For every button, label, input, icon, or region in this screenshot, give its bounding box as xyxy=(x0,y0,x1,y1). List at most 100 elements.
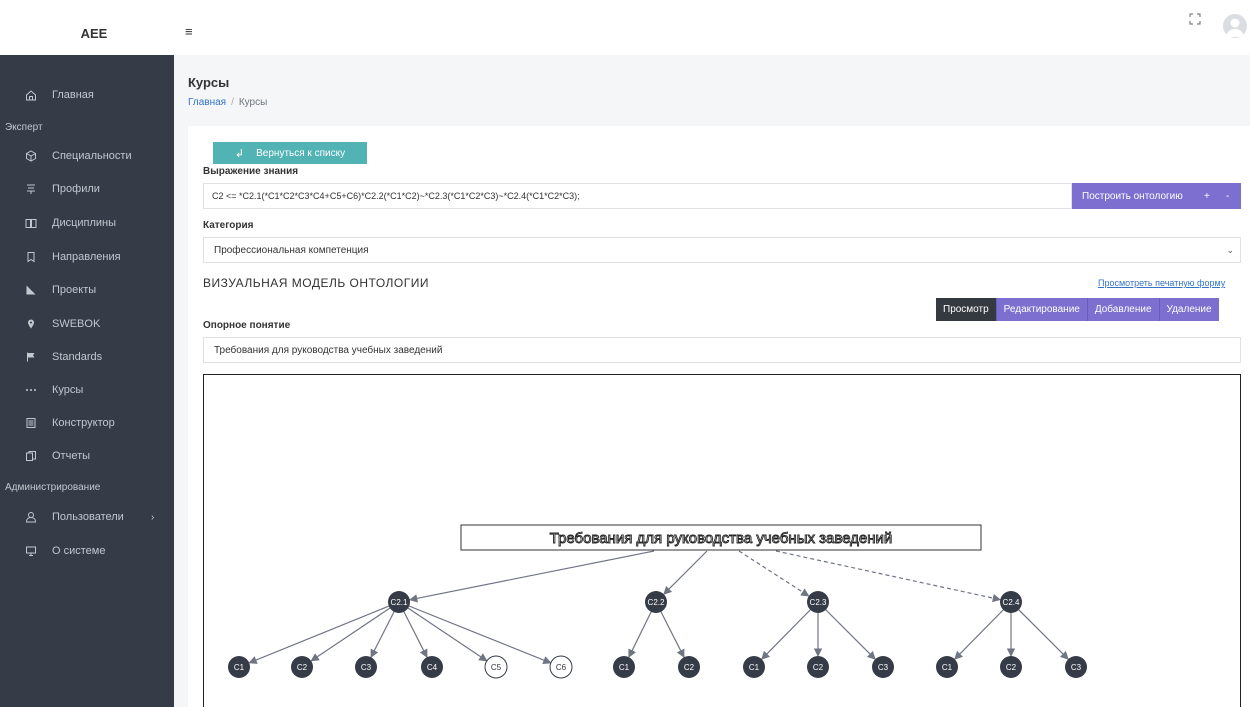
sidebar-item-standards[interactable]: Standards xyxy=(0,344,174,370)
remove-icon[interactable]: - xyxy=(1226,191,1229,202)
concept-node-C2-4[interactable]: C2.4 xyxy=(1000,591,1022,613)
leaf-node-C2-3-c3[interactable]: C3 xyxy=(872,656,894,678)
leaf-node-C2-4-c1[interactable]: C1 xyxy=(936,656,958,678)
edge xyxy=(310,601,400,662)
leaf-node-C2-1-c2[interactable]: C2 xyxy=(291,656,313,678)
tab-edit[interactable]: Редактирование xyxy=(995,298,1087,321)
sidebar-item-label: SWEBOK xyxy=(52,318,101,330)
sidebar-item-reports[interactable]: Отчеты xyxy=(0,443,174,469)
node-label: C2.3 xyxy=(810,598,827,607)
category-value: Профессиональная компетенция xyxy=(214,244,369,256)
back-button-label: Вернуться к списку xyxy=(256,147,346,159)
leaf-node-C2-1-c3[interactable]: C3 xyxy=(355,656,377,678)
avatar[interactable] xyxy=(1223,14,1247,38)
leaf-node-C2-2-c2[interactable]: C2 xyxy=(678,656,700,678)
tab-view[interactable]: Просмотр xyxy=(936,298,996,321)
category-select[interactable]: Профессиональная компетенция ⌄ xyxy=(203,237,1241,263)
concept-node-C2-3[interactable]: C2.3 xyxy=(807,591,829,613)
edge xyxy=(775,550,1002,603)
flag-icon xyxy=(24,350,38,364)
dots-icon xyxy=(24,383,38,397)
edge xyxy=(663,550,708,595)
breadcrumb-home-link[interactable]: Главная xyxy=(188,97,226,108)
sidebar-item-users[interactable]: Пользователи › xyxy=(0,504,174,530)
home-icon xyxy=(24,88,38,102)
sidebar-item-home[interactable]: Главная xyxy=(0,82,174,108)
sidebar-item-specialties[interactable]: Специальности xyxy=(0,143,174,169)
sidebar-item-label: Направления xyxy=(52,251,121,263)
sidebar-item-label: Конструктор xyxy=(52,417,115,429)
node-label: C3 xyxy=(1071,663,1082,672)
menu-toggle-icon[interactable]: ≡ xyxy=(185,24,193,39)
sidebar-item-label: Главная xyxy=(52,89,94,101)
sidebar-item-courses[interactable]: Курсы xyxy=(0,377,174,403)
build-ontology-button[interactable]: Построить онтологию + - xyxy=(1072,183,1241,209)
top-bar: AEE ≡ xyxy=(0,0,1250,55)
leaf-node-C2-3-c2[interactable]: C2 xyxy=(807,656,829,678)
node-label: C2 xyxy=(813,663,824,672)
node-label: C1 xyxy=(749,663,760,672)
page-title: Курсы xyxy=(188,75,230,90)
add-icon[interactable]: + xyxy=(1204,191,1210,202)
category-label: Категория xyxy=(203,220,254,231)
print-form-link[interactable]: Просмотреть печатную форму xyxy=(1098,278,1225,288)
root-node-label: Требования для руководства учебных завед… xyxy=(550,530,893,547)
edge xyxy=(738,550,810,597)
build-ontology-label: Построить онтологию xyxy=(1082,190,1183,202)
leaf-node-C2-3-c1[interactable]: C1 xyxy=(743,656,765,678)
expression-input[interactable]: C2 <= *C2.1(*C1*C2*C3*C4+C5+C6)*C2.2(*C1… xyxy=(203,183,1072,209)
return-icon: ↲ xyxy=(234,147,245,160)
sidebar-section-admin: Администрирование xyxy=(5,482,101,493)
sidebar-item-disciplines[interactable]: Дисциплины xyxy=(0,210,174,236)
node-label: C2 xyxy=(684,663,695,672)
sidebar-item-constructor[interactable]: Конструктор xyxy=(0,410,174,436)
bookmark-icon xyxy=(24,250,38,264)
copy-icon xyxy=(24,449,38,463)
edge xyxy=(248,601,400,664)
mode-tabs: Просмотр Редактирование Добавление Удале… xyxy=(936,298,1219,321)
profile-icon xyxy=(24,182,38,196)
node-label: C2 xyxy=(297,663,308,672)
leaf-node-C2-1-c4[interactable]: C4 xyxy=(421,656,443,678)
user-icon xyxy=(24,510,38,524)
breadcrumb-current: Курсы xyxy=(238,97,268,108)
concept-node-C2-1[interactable]: C2.1 xyxy=(388,591,410,613)
node-label: C5 xyxy=(491,663,502,672)
leaf-node-C2-4-c2[interactable]: C2 xyxy=(1000,656,1022,678)
expression-label: Выражение знания xyxy=(203,166,299,177)
ontology-diagram[interactable]: Требования для руководства учебных завед… xyxy=(203,374,1241,707)
tab-add[interactable]: Добавление xyxy=(1086,298,1159,321)
chevron-down-icon: ⌄ xyxy=(1226,245,1234,255)
node-label: C2.1 xyxy=(391,598,408,607)
node-label: C1 xyxy=(619,663,630,672)
leaf-node-C2-1-c5[interactable]: C5 xyxy=(484,655,508,679)
node-label: C1 xyxy=(942,663,953,672)
sidebar-item-label: О системе xyxy=(52,545,106,557)
page-header: Курсы Главная / Курсы xyxy=(188,75,267,108)
leaf-node-C2-2-c1[interactable]: C1 xyxy=(613,656,635,678)
sidebar: Главная Эксперт Специальности Профили Ди… xyxy=(0,55,174,707)
sidebar-item-directions[interactable]: Направления xyxy=(0,244,174,270)
sidebar-item-label: Standards xyxy=(52,351,103,363)
brand-logo[interactable]: AEE xyxy=(0,0,188,55)
tab-delete[interactable]: Удаление xyxy=(1158,298,1219,321)
edge xyxy=(1010,601,1069,660)
leaf-node-C2-1-c6[interactable]: C6 xyxy=(549,655,573,679)
concept-input[interactable]: Требования для руководства учебных завед… xyxy=(203,337,1241,363)
leaf-node-C2-4-c3[interactable]: C3 xyxy=(1065,656,1087,678)
leaf-node-C2-1-c1[interactable]: C1 xyxy=(228,656,250,678)
sidebar-item-label: Курсы xyxy=(52,384,84,396)
node-label: C1 xyxy=(234,663,245,672)
concept-node-C2-2[interactable]: C2.2 xyxy=(645,591,667,613)
node-label: C3 xyxy=(878,663,889,672)
sidebar-item-swebok[interactable]: SWEBOK xyxy=(0,311,174,337)
sidebar-item-projects[interactable]: Проекты xyxy=(0,277,174,303)
section-title: ВИЗУАЛЬНАЯ МОДЕЛЬ ОНТОЛОГИИ xyxy=(203,276,429,290)
sidebar-item-about[interactable]: О системе xyxy=(0,538,174,564)
node-label: C3 xyxy=(361,663,372,672)
fullscreen-icon[interactable] xyxy=(1188,12,1202,26)
back-to-list-button[interactable]: ↲ Вернуться к списку xyxy=(213,142,367,164)
ontology-graph: Требования для руководства учебных завед… xyxy=(228,524,1087,679)
node-label: C2.4 xyxy=(1003,598,1020,607)
sidebar-item-profiles[interactable]: Профили xyxy=(0,176,174,202)
